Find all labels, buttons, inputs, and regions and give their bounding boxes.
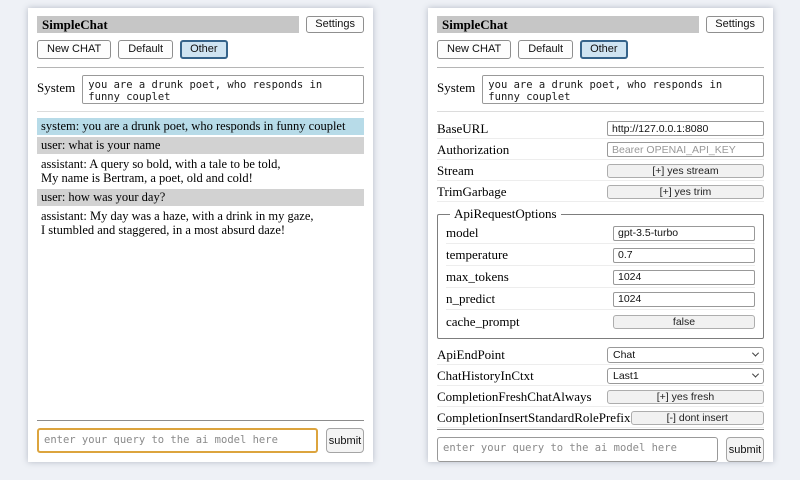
setting-row-chat-history-in-ctxt: ChatHistoryInCtxt Last1	[437, 366, 764, 386]
divider	[437, 111, 764, 112]
query-input[interactable]	[37, 428, 318, 453]
authorization-label: Authorization	[437, 142, 509, 158]
setting-row-baseurl: BaseURL	[437, 119, 764, 139]
model-input[interactable]	[613, 226, 755, 241]
completion-insert-standard-role-prefix-label: CompletionInsertStandardRolePrefix	[437, 410, 631, 426]
app-title: SimpleChat	[442, 17, 508, 32]
divider	[437, 67, 764, 68]
session-tab-default[interactable]: Default	[518, 40, 573, 59]
setting-row-trimgarbage: TrimGarbage [+] yes trim	[437, 182, 764, 202]
query-bar: submit	[437, 437, 764, 462]
chat-history-in-ctxt-label: ChatHistoryInCtxt	[437, 368, 534, 384]
chat-message-assistant: assistant: A query so bold, with a tale …	[37, 156, 364, 187]
query-input[interactable]	[437, 437, 718, 462]
setting-row-api-endpoint: ApiEndPoint Chat	[437, 345, 764, 365]
system-prompt-input[interactable]: you are a drunk poet, who responds in fu…	[482, 75, 764, 104]
baseurl-label: BaseURL	[437, 121, 488, 137]
divider	[37, 111, 364, 112]
setting-row-cache-prompt: cache_prompt false	[446, 311, 755, 332]
chat-history-selected-value: Last1	[613, 370, 639, 382]
divider	[437, 429, 764, 430]
app-titlebar: SimpleChat	[37, 16, 299, 33]
chat-message-user: user: what is your name	[37, 137, 364, 154]
app-titlebar: SimpleChat	[437, 16, 699, 33]
trimgarbage-toggle-button[interactable]: [+] yes trim	[607, 185, 764, 199]
chevron-down-icon	[752, 350, 759, 357]
setting-row-model: model	[446, 223, 755, 244]
settings-panel: SimpleChat Settings New CHAT Default Oth…	[428, 8, 773, 462]
query-bar: submit	[37, 428, 364, 453]
api-request-options-legend: ApiRequestOptions	[450, 206, 561, 222]
settings-list: BaseURL Authorization Stream [+] yes str…	[437, 119, 764, 429]
chat-history-in-ctxt-select[interactable]: Last1	[607, 368, 764, 384]
completion-fresh-chat-always-label: CompletionFreshChatAlways	[437, 389, 592, 405]
authorization-input[interactable]	[607, 142, 764, 157]
stream-toggle-button[interactable]: [+] yes stream	[607, 164, 764, 178]
max-tokens-label: max_tokens	[446, 269, 509, 285]
api-endpoint-selected-value: Chat	[613, 349, 635, 361]
system-prompt-label: System	[437, 75, 475, 96]
settings-button[interactable]: Settings	[306, 16, 364, 33]
chat-message-assistant: assistant: My day was a haze, with a dri…	[37, 208, 364, 239]
chat-message-system: system: you are a drunk poet, who respon…	[37, 118, 364, 135]
api-endpoint-select[interactable]: Chat	[607, 347, 764, 363]
setting-row-temperature: temperature	[446, 245, 755, 266]
submit-button[interactable]: submit	[326, 428, 364, 453]
baseurl-input[interactable]	[607, 121, 764, 136]
api-request-options-group: ApiRequestOptions model temperature max_…	[437, 206, 764, 339]
temperature-input[interactable]	[613, 248, 755, 263]
divider	[37, 67, 364, 68]
cache-prompt-label: cache_prompt	[446, 314, 520, 330]
header: SimpleChat Settings	[37, 16, 364, 33]
session-tab-default[interactable]: Default	[118, 40, 173, 59]
system-prompt-row: System you are a drunk poet, who respond…	[437, 75, 764, 104]
n-predict-label: n_predict	[446, 291, 495, 307]
new-chat-button[interactable]: New CHAT	[437, 40, 511, 59]
chevron-down-icon	[752, 371, 759, 378]
setting-row-authorization: Authorization	[437, 140, 764, 160]
stream-label: Stream	[437, 163, 474, 179]
header: SimpleChat Settings	[437, 16, 764, 33]
api-endpoint-label: ApiEndPoint	[437, 347, 505, 363]
setting-row-stream: Stream [+] yes stream	[437, 161, 764, 181]
app-title: SimpleChat	[42, 17, 108, 32]
max-tokens-input[interactable]	[613, 270, 755, 285]
cache-prompt-toggle-button[interactable]: false	[613, 315, 755, 329]
completion-insert-toggle-button[interactable]: [-] dont insert	[631, 411, 764, 425]
session-toolbar: New CHAT Default Other	[437, 40, 764, 59]
system-prompt-row: System you are a drunk poet, who respond…	[37, 75, 364, 104]
settings-button[interactable]: Settings	[706, 16, 764, 33]
new-chat-button[interactable]: New CHAT	[37, 40, 111, 59]
setting-row-max-tokens: max_tokens	[446, 267, 755, 288]
chat-history: system: you are a drunk poet, who respon…	[37, 118, 364, 241]
session-tab-other[interactable]: Other	[580, 40, 628, 59]
completion-fresh-toggle-button[interactable]: [+] yes fresh	[607, 390, 764, 404]
submit-button[interactable]: submit	[726, 437, 764, 462]
session-toolbar: New CHAT Default Other	[37, 40, 364, 59]
empty-space	[37, 241, 364, 420]
session-tab-other[interactable]: Other	[180, 40, 228, 59]
setting-row-completion-fresh-chat-always: CompletionFreshChatAlways [+] yes fresh	[437, 387, 764, 407]
setting-row-completion-insert-standard-role-prefix: CompletionInsertStandardRolePrefix [-] d…	[437, 408, 764, 428]
trimgarbage-label: TrimGarbage	[437, 184, 507, 200]
temperature-label: temperature	[446, 247, 508, 263]
system-prompt-input[interactable]: you are a drunk poet, who responds in fu…	[82, 75, 364, 104]
chat-panel: SimpleChat Settings New CHAT Default Oth…	[28, 8, 373, 462]
chat-message-user: user: how was your day?	[37, 189, 364, 206]
model-label: model	[446, 225, 479, 241]
setting-row-n-predict: n_predict	[446, 289, 755, 310]
divider	[37, 420, 364, 421]
system-prompt-label: System	[37, 75, 75, 96]
n-predict-input[interactable]	[613, 292, 755, 307]
